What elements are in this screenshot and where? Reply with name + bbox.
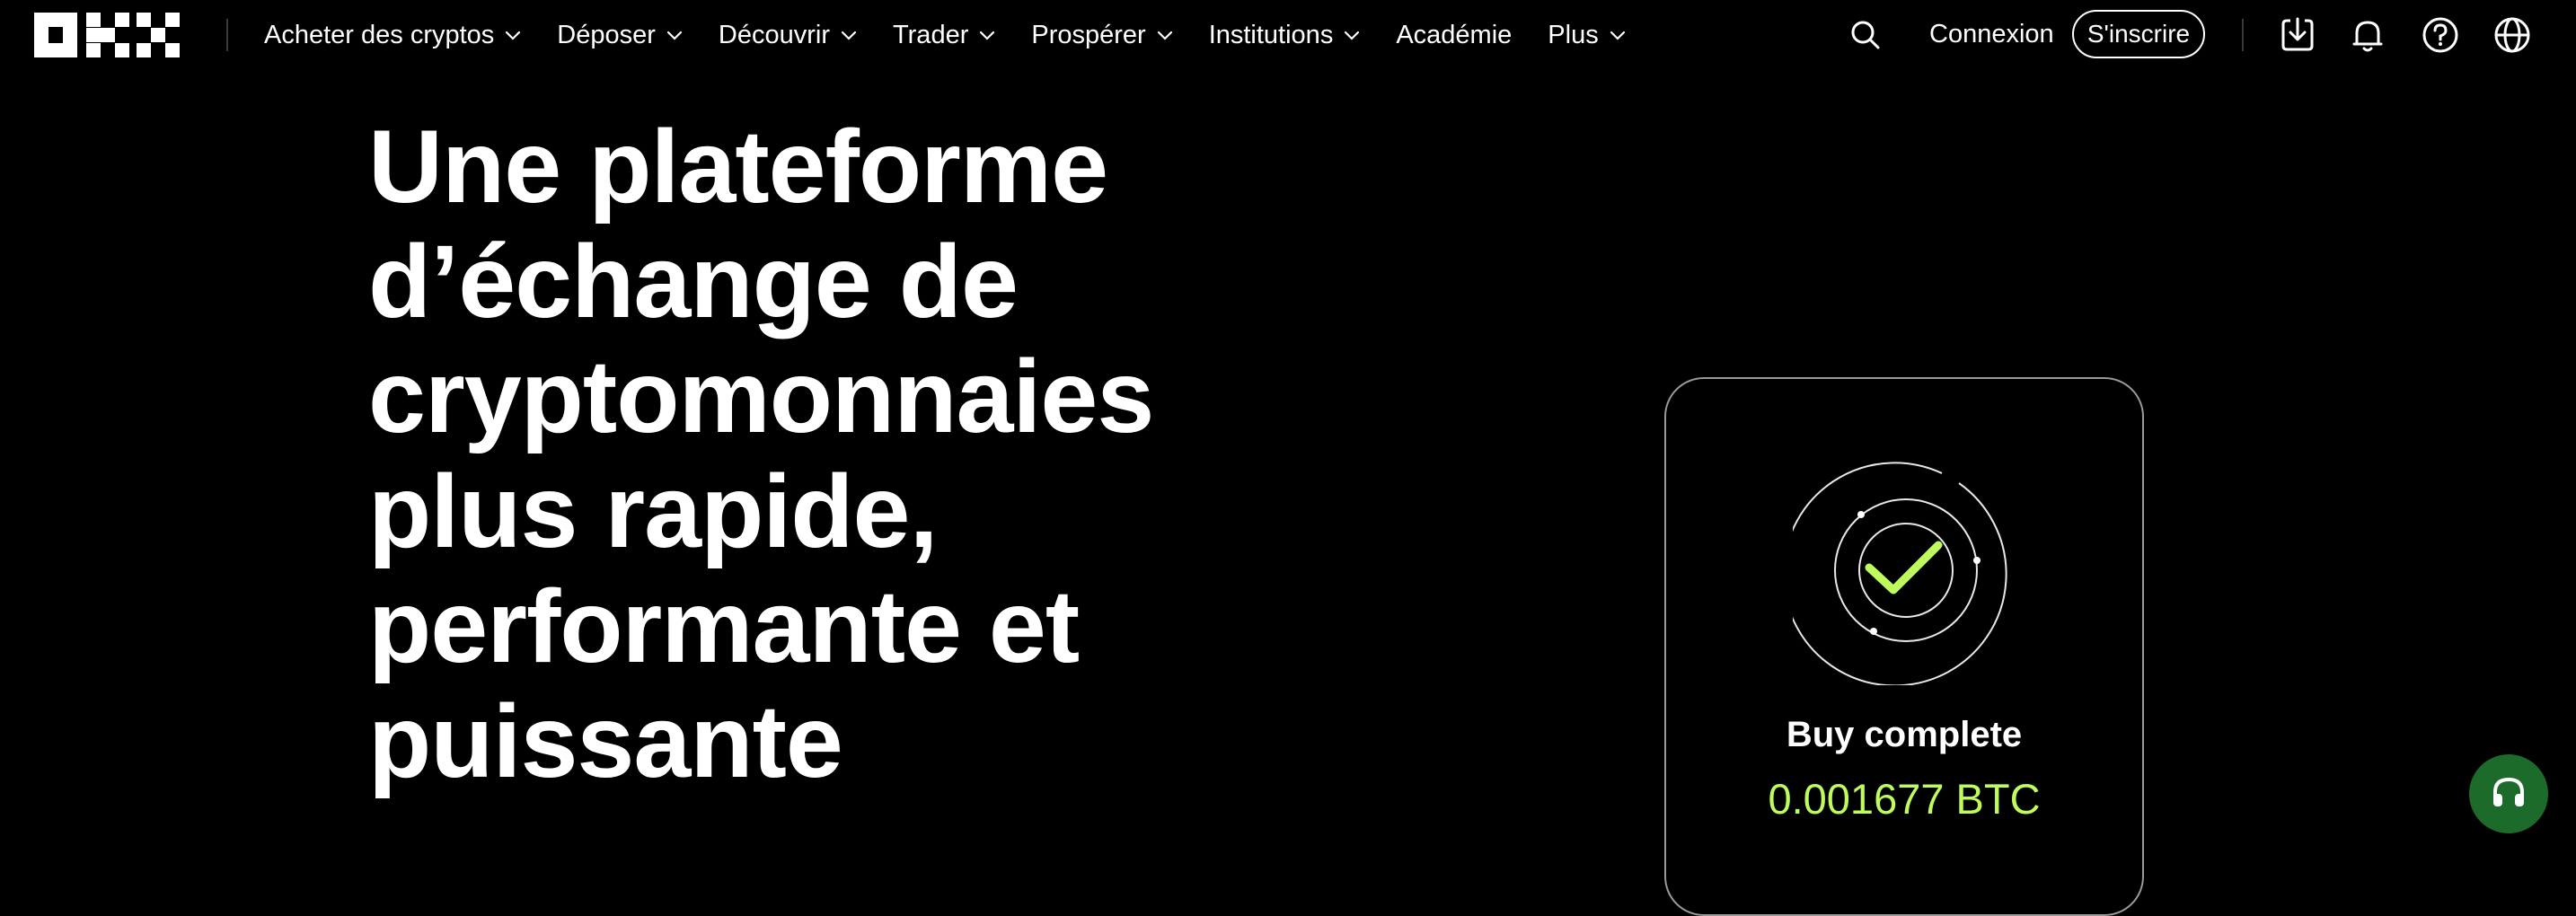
hero-line: plus rapide, xyxy=(368,454,938,569)
menu-label: Prospérer xyxy=(1031,20,1146,49)
hero-line: puissante xyxy=(368,684,843,799)
chevron-down-icon xyxy=(666,31,683,40)
login-link[interactable]: Connexion xyxy=(1929,20,2054,49)
chevron-down-icon xyxy=(505,31,521,40)
card-title: Buy complete xyxy=(1786,715,2023,754)
menu-deposit[interactable]: Déposer xyxy=(557,21,683,50)
top-navigation: Acheter des cryptos Déposer Découvrir Tr… xyxy=(0,0,2576,70)
menu-label: Institutions xyxy=(1208,20,1334,49)
chevron-down-icon xyxy=(841,31,857,40)
menu-academy[interactable]: Académie xyxy=(1396,21,1512,50)
bell-icon[interactable] xyxy=(2348,15,2387,55)
chevron-down-icon xyxy=(1344,31,1360,40)
hero-line: d’échange de xyxy=(368,225,1019,339)
check-icon xyxy=(1782,455,2023,687)
menu-more[interactable]: Plus xyxy=(1548,21,1625,50)
menu-label: Trader xyxy=(893,20,969,49)
menu-label: Académie xyxy=(1396,20,1513,49)
globe-icon[interactable] xyxy=(2492,15,2532,55)
menu-trade[interactable]: Trader xyxy=(893,21,995,50)
menu-label: Plus xyxy=(1548,20,1599,49)
menu-institutions[interactable]: Institutions xyxy=(1209,21,1361,50)
nav-divider xyxy=(2242,19,2244,51)
help-icon[interactable] xyxy=(2421,15,2460,55)
chevron-down-icon xyxy=(1610,31,1626,40)
signup-button[interactable]: S'inscrire xyxy=(2072,10,2205,58)
hero-line: Une plateforme xyxy=(368,110,1108,225)
chevron-down-icon xyxy=(979,31,995,40)
download-icon[interactable] xyxy=(2278,15,2317,55)
menu-label: Acheter des cryptos xyxy=(264,20,495,49)
hero-line: performante et xyxy=(368,569,1080,684)
menu-label: Découvrir xyxy=(718,20,831,49)
menu-buy-crypto[interactable]: Acheter des cryptos xyxy=(264,21,521,50)
hero-heading: Une plateforme d’échange de cryptomonnai… xyxy=(368,110,1177,799)
headset-icon xyxy=(2493,777,2524,806)
support-chat-button[interactable] xyxy=(2469,754,2548,833)
hero-line: cryptomonnaies xyxy=(368,339,1154,454)
menu-grow[interactable]: Prospérer xyxy=(1031,21,1172,50)
main-menu: Acheter des cryptos Déposer Découvrir Tr… xyxy=(264,0,1662,70)
nav-divider xyxy=(226,19,228,51)
chevron-down-icon xyxy=(1157,31,1173,40)
menu-label: Déposer xyxy=(557,20,656,49)
search-icon[interactable] xyxy=(1848,18,1883,52)
card-amount: 0.001677 BTC xyxy=(1768,775,2041,823)
menu-discover[interactable]: Découvrir xyxy=(719,21,857,50)
okx-logo[interactable] xyxy=(34,13,180,57)
